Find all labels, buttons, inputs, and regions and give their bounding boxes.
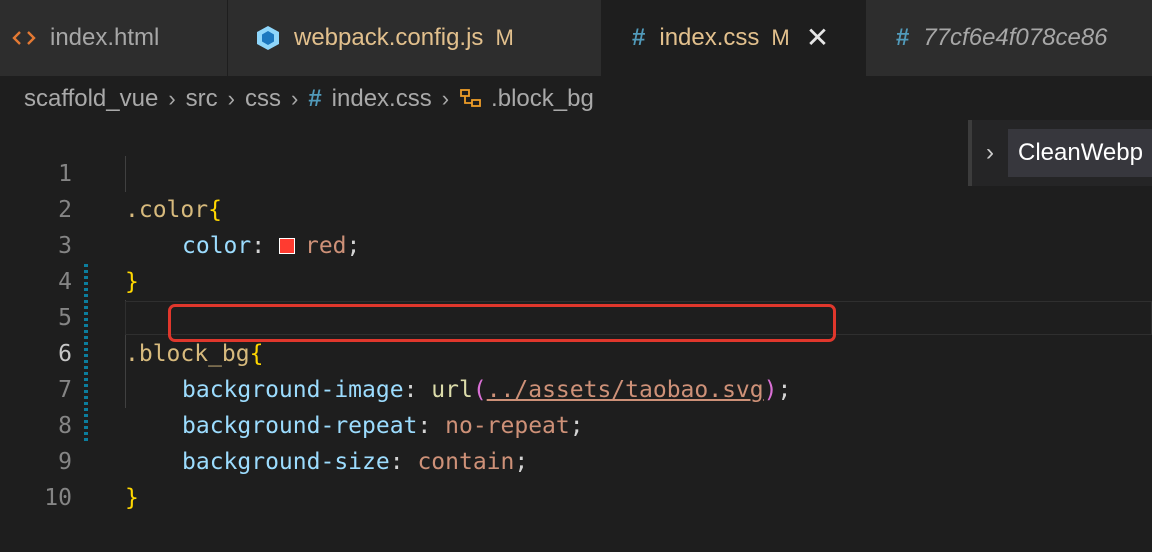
code-line: 1 .color{ bbox=[0, 120, 1152, 223]
css-hash-icon: # bbox=[308, 85, 322, 112]
tab-label: 77cf6e4f078ce86 bbox=[923, 24, 1108, 51]
modified-badge: M bbox=[495, 25, 514, 50]
code-line: 2 color: red; bbox=[0, 156, 1152, 259]
webpack-cube-icon bbox=[256, 25, 280, 51]
code-line: 3 } bbox=[0, 192, 1152, 295]
chevron-right-icon: › bbox=[227, 86, 235, 111]
tab-label: webpack.config.js bbox=[294, 24, 484, 51]
chevron-right-icon: › bbox=[290, 86, 299, 111]
breadcrumb: scaffold_vue › src › css › # index.css ›… bbox=[0, 76, 1152, 122]
tab-index-css[interactable]: # index.css M ✕ bbox=[602, 0, 866, 76]
close-icon[interactable]: ✕ bbox=[806, 24, 829, 52]
css-hash-icon: # bbox=[896, 24, 910, 51]
modified-badge: M bbox=[771, 25, 790, 50]
chevron-right-icon: › bbox=[441, 86, 450, 111]
breadcrumb-item[interactable]: index.css bbox=[332, 85, 432, 113]
css-hash-icon: # bbox=[632, 24, 646, 51]
symbol-class-icon bbox=[459, 87, 483, 111]
code-line: 4 bbox=[0, 228, 1152, 295]
breadcrumb-item[interactable]: css bbox=[245, 85, 281, 113]
brace: } bbox=[125, 485, 139, 511]
html-code-icon bbox=[12, 28, 36, 48]
line-number: 10 bbox=[44, 485, 72, 511]
highlight-annotation-box bbox=[168, 304, 836, 342]
tab-label: index.html bbox=[50, 24, 160, 51]
tab-label: index.css bbox=[659, 24, 760, 51]
code-line: 8 background-size: contain; bbox=[0, 372, 1152, 475]
tab-hashed-css[interactable]: # 77cf6e4f078ce86 bbox=[866, 0, 1152, 76]
code-line: 9 } bbox=[0, 408, 1152, 511]
code-line: 5 .block_bg{ bbox=[0, 264, 1152, 367]
chevron-right-icon: › bbox=[168, 86, 176, 111]
tab-index-html[interactable]: index.html bbox=[0, 0, 228, 76]
tab-webpack-config[interactable]: webpack.config.js M bbox=[228, 0, 602, 76]
breadcrumb-item[interactable]: .block_bg bbox=[491, 85, 594, 113]
code-line: 10 bbox=[0, 444, 1152, 511]
tab-bar: index.html webpack.config.js M # index.c… bbox=[0, 0, 1152, 76]
breadcrumb-item[interactable]: scaffold_vue bbox=[24, 85, 158, 113]
breadcrumb-item[interactable]: src bbox=[186, 85, 218, 113]
